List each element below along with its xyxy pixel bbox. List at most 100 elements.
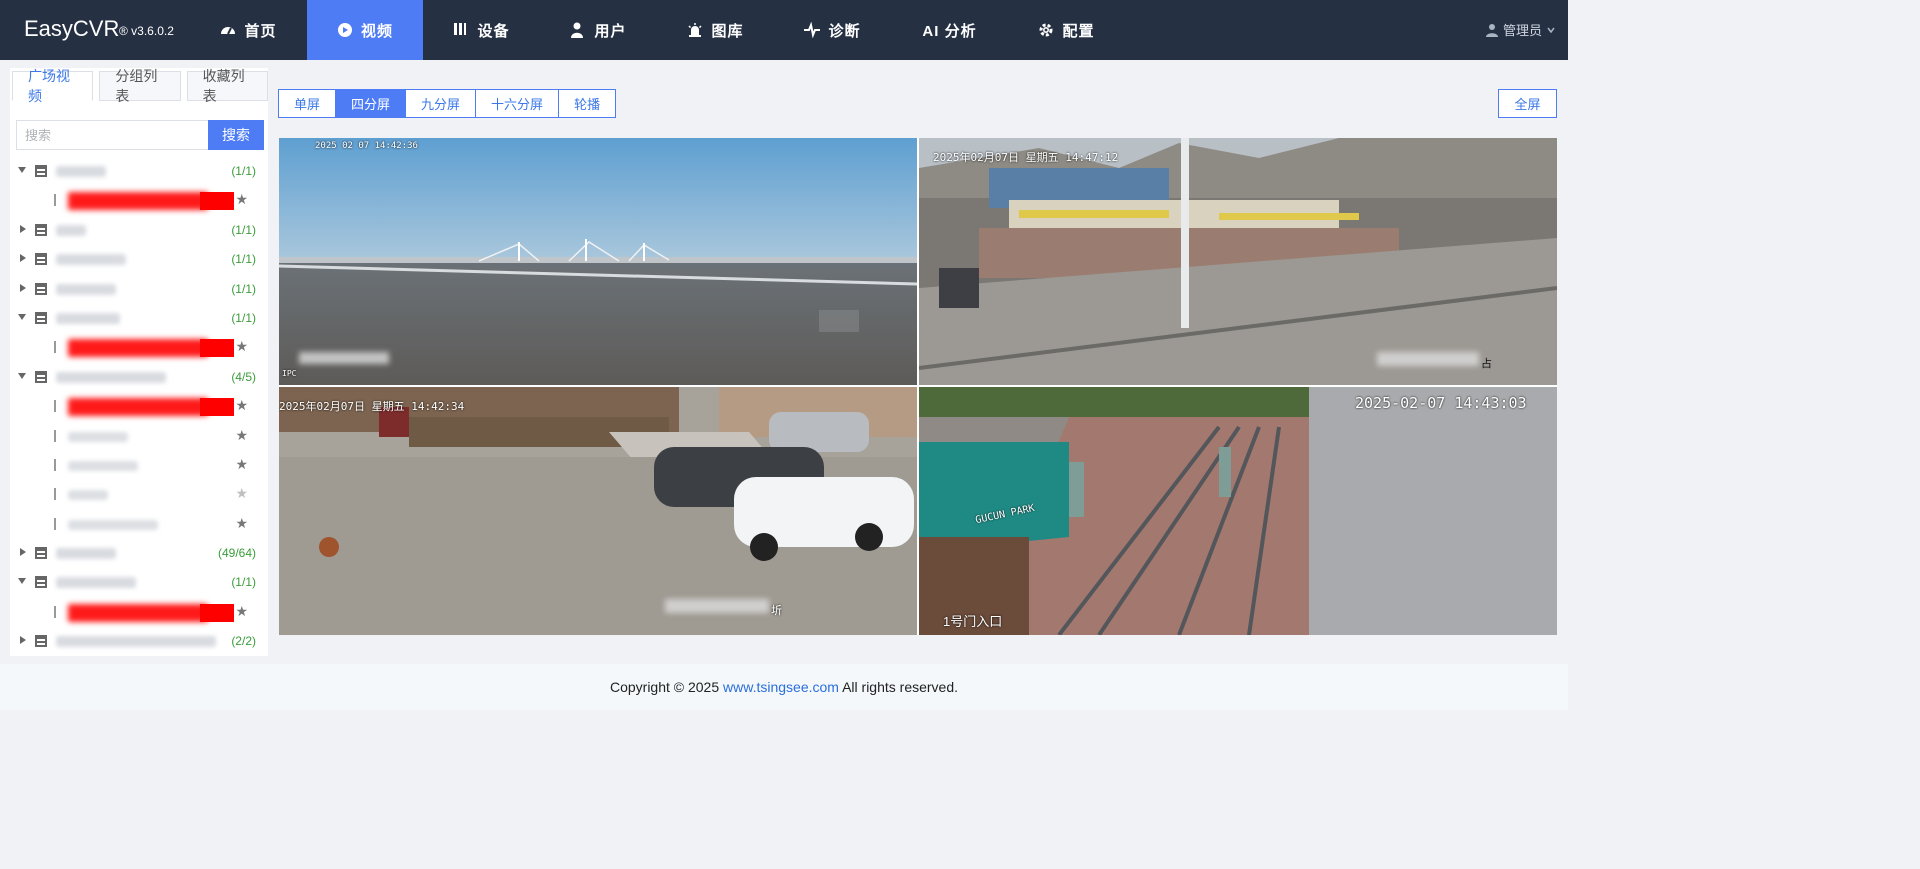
video-2-blurred-label <box>1377 352 1479 366</box>
search-input[interactable] <box>16 120 208 150</box>
tree-group[interactable]: (1/1) <box>10 275 268 304</box>
search-button[interactable]: 搜索 <box>208 120 264 150</box>
favorite-star-icon[interactable]: ★ <box>235 397 248 414</box>
tree-channel[interactable]: ★ <box>10 333 268 362</box>
nav-item-label: 用户 <box>594 22 627 40</box>
version-label: ® v3.6.0.2 <box>119 24 174 38</box>
tree-group[interactable]: (1/1) <box>10 245 268 274</box>
favorite-star-icon[interactable]: ★ <box>235 485 248 502</box>
redaction-block <box>200 339 234 358</box>
split-mode-1[interactable]: 四分屏 <box>335 89 407 118</box>
nav-item-3[interactable]: 用户 <box>540 0 657 60</box>
favorite-star-icon[interactable]: ★ <box>235 603 248 620</box>
video-3-blurred-label <box>665 599 769 613</box>
nav-item-label: 设备 <box>477 22 510 40</box>
tree-channel[interactable]: ★ <box>10 510 268 539</box>
gear-icon <box>1038 22 1054 38</box>
group-name-redacted <box>56 577 136 589</box>
channel-name-redacted <box>68 603 208 622</box>
tree-group[interactable]: (4/5) <box>10 363 268 392</box>
caret-down-icon[interactable] <box>18 372 26 379</box>
caret-down-icon[interactable] <box>18 167 26 173</box>
tree-group[interactable]: (1/1) <box>10 568 268 597</box>
video-2-label-suffix: 占 <box>1481 357 1492 370</box>
tree-channel[interactable]: ★ <box>10 598 268 627</box>
main-nav: 首页 视频 设备 用户 图库 诊断 AI 分析 配置 <box>190 0 1125 60</box>
fullscreen-button[interactable]: 全屏 <box>1498 89 1557 118</box>
tree-group[interactable]: (49/64) <box>10 539 268 568</box>
tree-group[interactable]: (2/2) <box>10 627 268 656</box>
channel-icon <box>54 341 64 354</box>
caret-down-icon[interactable] <box>18 313 26 320</box>
copyright-text: Copyright © 2025 <box>609 679 720 695</box>
redaction-block <box>200 398 234 417</box>
caret-down-icon[interactable] <box>18 578 26 585</box>
split-mode-0[interactable]: 单屏 <box>278 89 337 118</box>
nav-item-7[interactable]: 配置 <box>1008 0 1125 60</box>
nav-item-2[interactable]: 设备 <box>423 0 540 60</box>
search-bar: 搜索 <box>16 120 264 150</box>
favorite-star-icon[interactable]: ★ <box>235 427 248 444</box>
video-3-timestamp: 2025年02月07日 星期五 14:42:34 <box>279 400 465 413</box>
nav-item-5[interactable]: 诊断 <box>774 0 891 60</box>
server-icon <box>35 282 47 295</box>
sidebar-tabs: 广场视频 分组列表 收藏列表 <box>12 68 268 104</box>
video-grid: 2025 02 07 14:42:36 IPC 2025年02月07日 星期五 … <box>279 138 1557 635</box>
video-player-4[interactable]: 2025-02-07 14:43:03 GUCUN PARK 1号门入口 <box>919 387 1557 635</box>
split-mode-tabs: 单屏 四分屏 九分屏 十六分屏 轮播 <box>278 89 617 118</box>
favorite-star-icon[interactable]: ★ <box>235 456 248 473</box>
group-name-redacted <box>56 166 106 177</box>
nav-item-label: 诊断 <box>828 22 861 40</box>
device-icon <box>453 22 469 38</box>
group-name-redacted <box>56 636 216 648</box>
user-menu[interactable]: 管理员 <box>1485 20 1556 39</box>
favorite-star-icon[interactable]: ★ <box>235 191 248 208</box>
caret-right-icon[interactable] <box>20 283 26 292</box>
tab-square-video[interactable]: 广场视频 <box>12 68 94 104</box>
group-count: (1/1) <box>231 310 256 325</box>
nav-item-4[interactable]: 图库 <box>657 0 774 60</box>
nav-item-0[interactable]: 首页 <box>190 0 307 60</box>
nav-item-1[interactable]: 视频 <box>307 0 423 60</box>
video-player-1[interactable]: 2025 02 07 14:42:36 IPC <box>279 138 917 385</box>
page-footer: Copyright © 2025 www.tsingsee.com All ri… <box>0 664 1568 710</box>
footer-link[interactable]: www.tsingsee.com <box>723 679 839 695</box>
caret-right-icon[interactable] <box>20 224 26 233</box>
nav-item-label: 视频 <box>360 22 393 40</box>
nav-item-6[interactable]: AI 分析 <box>891 0 1008 60</box>
tab-favorites[interactable]: 收藏列表 <box>186 68 268 104</box>
group-name-redacted <box>56 312 120 324</box>
tree-group[interactable]: (1/1) <box>10 157 268 186</box>
tree-group[interactable]: (1/1) <box>10 216 268 245</box>
split-mode-2[interactable]: 九分屏 <box>405 89 477 118</box>
tree-channel[interactable]: ★ <box>10 480 268 509</box>
favorite-star-icon[interactable]: ★ <box>235 338 248 355</box>
channel-name-blurred <box>68 431 128 442</box>
video-player-3[interactable]: 2025年02月07日 星期五 14:42:34 圻 <box>279 387 917 635</box>
caret-right-icon[interactable] <box>20 254 26 263</box>
channel-icon <box>54 194 64 207</box>
caret-right-icon[interactable] <box>20 548 26 557</box>
tree-group[interactable]: (1/1) <box>10 304 268 333</box>
tree-channel[interactable]: ★ <box>10 392 268 421</box>
tree-channel[interactable]: ★ <box>10 186 268 215</box>
tree-channel[interactable]: ★ <box>10 451 268 480</box>
group-count: (49/64) <box>217 546 256 561</box>
favorite-star-icon[interactable]: ★ <box>235 515 248 532</box>
split-mode-3[interactable]: 十六分屏 <box>475 89 560 118</box>
channel-icon <box>54 488 64 501</box>
user-avatar-icon <box>1485 23 1498 37</box>
play-circle-icon <box>337 22 353 38</box>
nav-item-label: AI 分析 <box>922 22 977 40</box>
video-frame-parking <box>279 387 917 635</box>
channel-icon <box>54 517 64 530</box>
group-count: (4/5) <box>231 369 256 384</box>
channel-icon <box>54 605 64 618</box>
channel-name-blurred <box>68 490 108 501</box>
split-mode-4[interactable]: 轮播 <box>558 89 617 118</box>
caret-right-icon[interactable] <box>20 636 26 645</box>
brand-logo[interactable]: EasyCVR <box>24 16 119 42</box>
video-player-2[interactable]: 2025年02月07日 星期五 14:47:12 占 <box>919 138 1557 385</box>
tree-channel[interactable]: ★ <box>10 422 268 451</box>
tab-group-list[interactable]: 分组列表 <box>99 68 181 104</box>
